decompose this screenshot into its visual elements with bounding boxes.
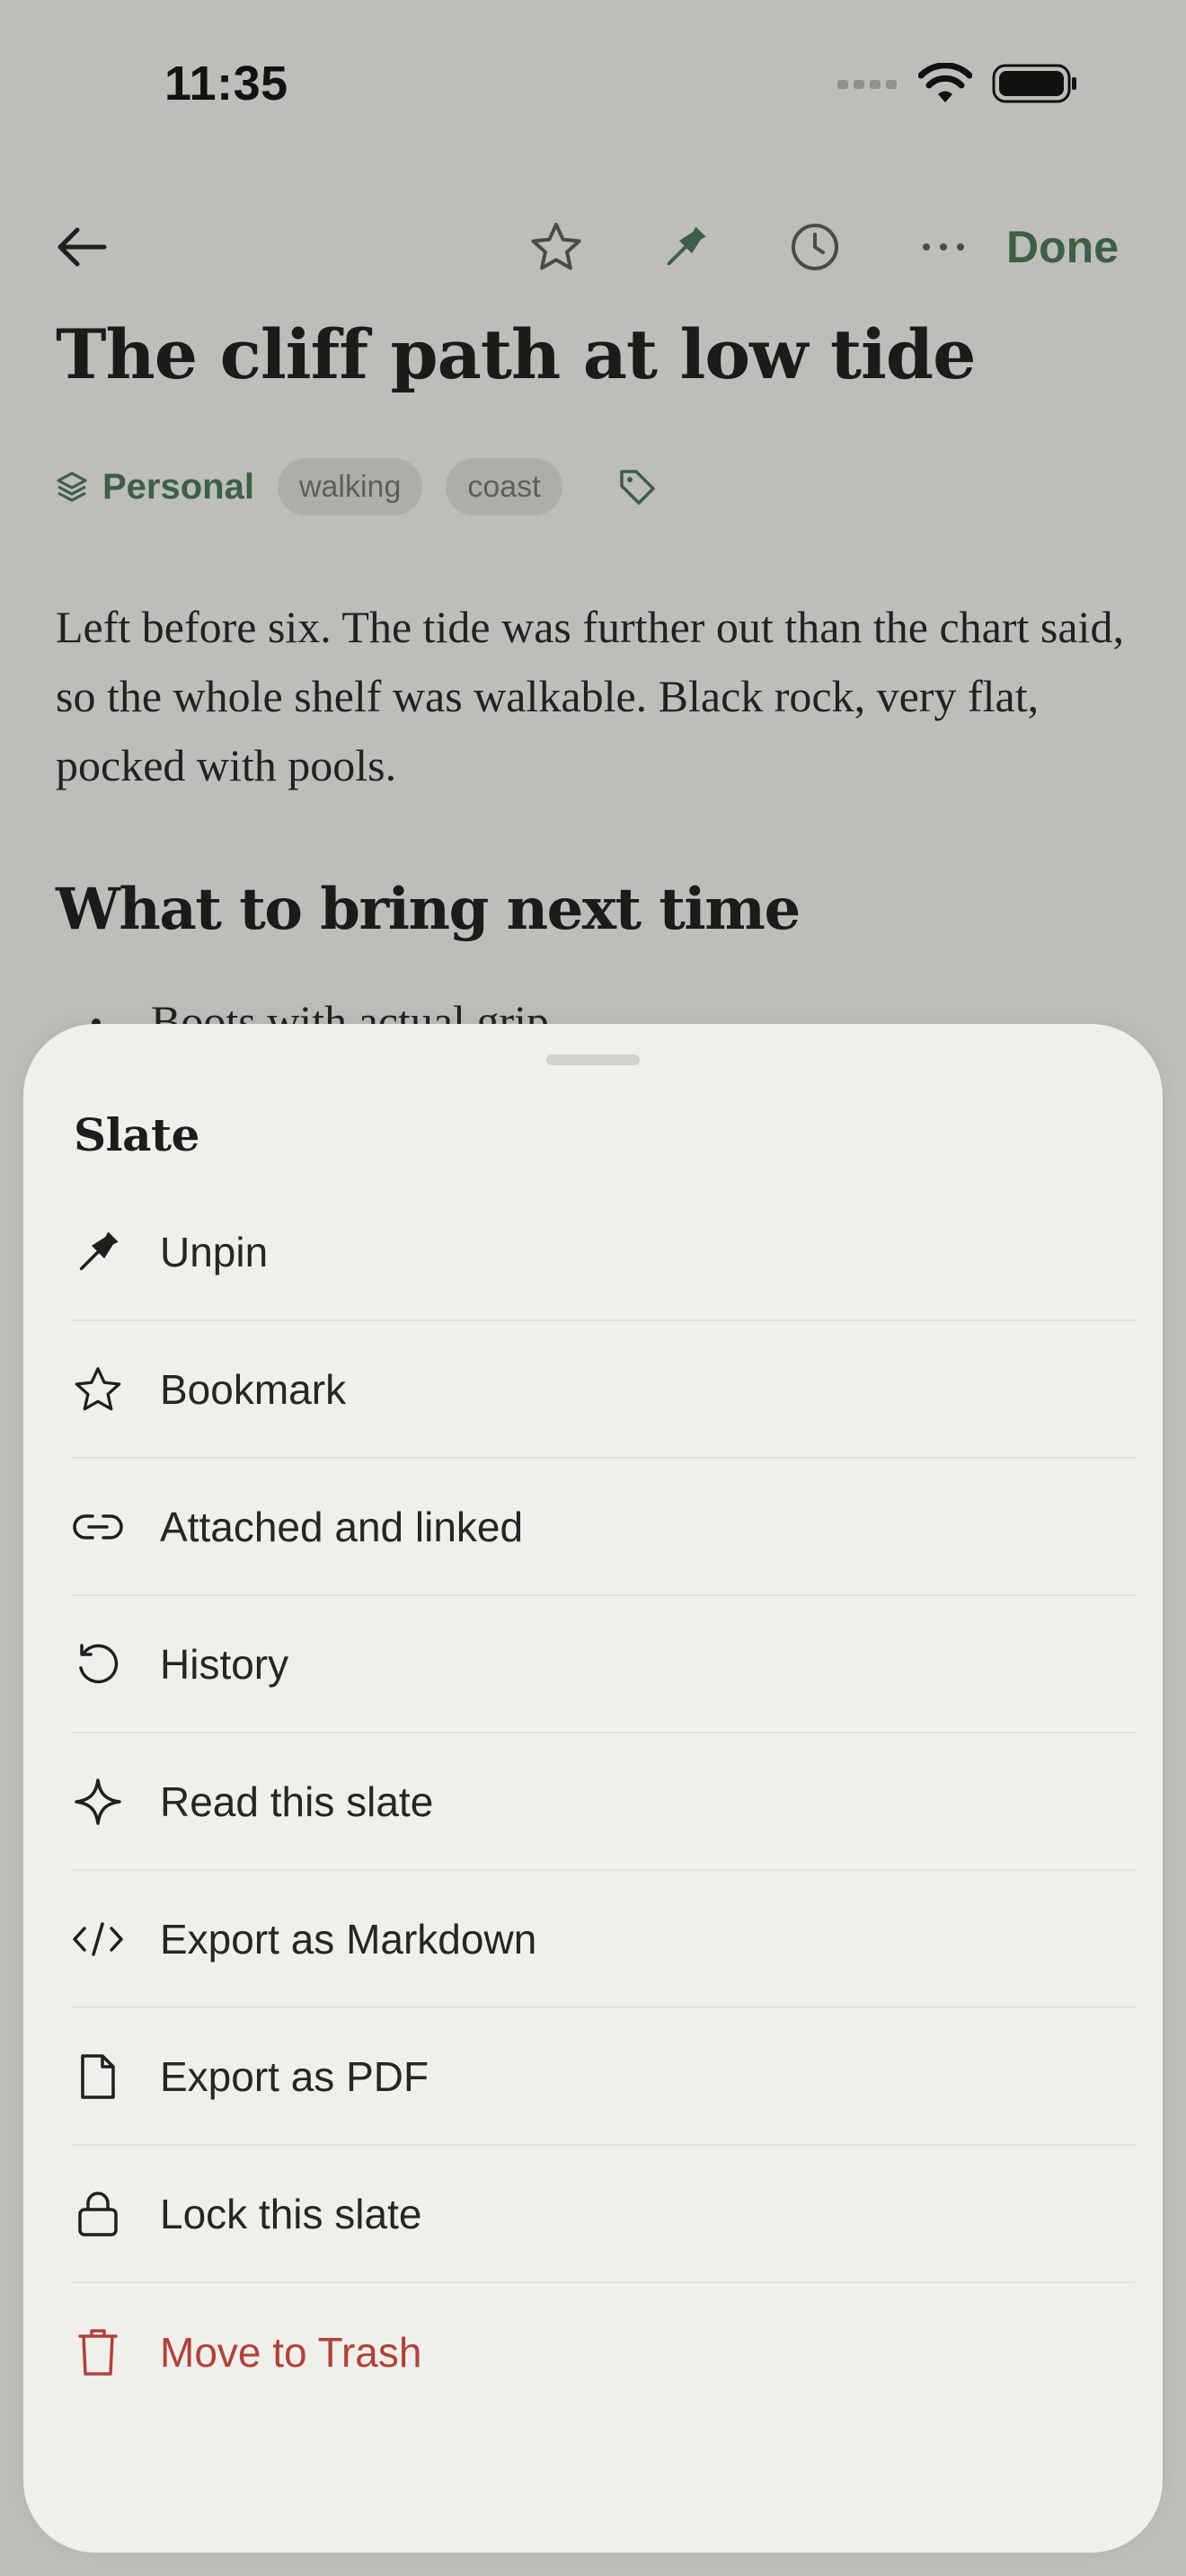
wifi-icon — [918, 63, 972, 102]
menu-item-history[interactable]: History — [72, 1596, 1136, 1734]
cellular-signal-icon — [837, 80, 897, 89]
lock-icon — [72, 2188, 124, 2240]
note-toolbar: Done — [0, 207, 1186, 287]
pin-icon — [72, 1226, 124, 1278]
menu-item-read-slate[interactable]: Read this slate — [72, 1734, 1136, 1871]
status-icons — [837, 63, 1078, 104]
code-icon — [72, 1913, 124, 1965]
pin-button[interactable] — [645, 207, 726, 287]
menu-item-bookmark[interactable]: Bookmark — [72, 1321, 1136, 1459]
back-button[interactable] — [41, 207, 122, 287]
document-icon — [72, 2051, 124, 2103]
trash-icon — [72, 2326, 124, 2378]
star-icon — [72, 1363, 124, 1416]
menu-item-attached-linked[interactable]: Attached and linked — [72, 1459, 1136, 1596]
menu-item-label: Export as PDF — [160, 2052, 429, 2100]
note-heading[interactable]: What to bring next time — [56, 876, 801, 943]
ellipsis-icon — [923, 243, 964, 251]
done-button[interactable]: Done — [1006, 221, 1119, 273]
sparkle-icon — [72, 1776, 124, 1828]
menu-item-label: Bookmark — [160, 1365, 347, 1413]
star-icon — [531, 223, 581, 270]
menu-item-label: Export as Markdown — [160, 1915, 537, 1963]
history-icon — [72, 1638, 124, 1690]
actions-sheet: Slate Unpin Bookmark Attached and linked… — [23, 1024, 1163, 2553]
pin-icon — [667, 226, 706, 266]
add-tag-button[interactable] — [616, 466, 658, 507]
more-button[interactable] — [903, 207, 984, 287]
history-button[interactable] — [774, 207, 855, 287]
clock-icon — [792, 224, 838, 270]
notebook-label: Personal — [102, 466, 254, 507]
tag-chip[interactable]: walking — [277, 458, 423, 516]
status-time: 11:35 — [164, 57, 288, 110]
note-meta-row: Personal walking coast — [54, 458, 658, 516]
battery-icon — [992, 64, 1076, 103]
menu-item-label: Move to Trash — [160, 2328, 422, 2376]
bookmark-button[interactable] — [516, 207, 597, 287]
note-paragraph[interactable]: Left before six. The tide was further ou… — [56, 593, 1134, 800]
link-icon — [72, 1501, 124, 1553]
arrow-left-icon — [58, 227, 107, 267]
tag-icon — [619, 470, 655, 505]
actions-menu: Unpin Bookmark Attached and linked Histo… — [72, 1184, 1136, 2421]
menu-item-label: Lock this slate — [160, 2190, 422, 2237]
tag-chip[interactable]: coast — [446, 458, 562, 516]
menu-item-unpin[interactable]: Unpin — [72, 1184, 1136, 1321]
menu-item-export-pdf[interactable]: Export as PDF — [72, 2008, 1136, 2146]
notebook-chip[interactable]: Personal — [54, 467, 254, 507]
sheet-title: Slate — [74, 1108, 199, 1161]
sheet-grabber[interactable] — [546, 1054, 640, 1065]
menu-item-label: Attached and linked — [160, 1503, 524, 1550]
menu-item-lock-slate[interactable]: Lock this slate — [72, 2146, 1136, 2283]
layers-icon — [57, 472, 87, 502]
note-title[interactable]: The cliff path at low tide — [56, 314, 976, 394]
menu-item-label: History — [160, 1640, 289, 1688]
menu-item-label: Unpin — [160, 1228, 269, 1275]
menu-item-move-to-trash[interactable]: Move to Trash — [72, 2283, 1136, 2421]
menu-item-export-markdown[interactable]: Export as Markdown — [72, 1871, 1136, 2008]
menu-item-label: Read this slate — [160, 1778, 434, 1825]
